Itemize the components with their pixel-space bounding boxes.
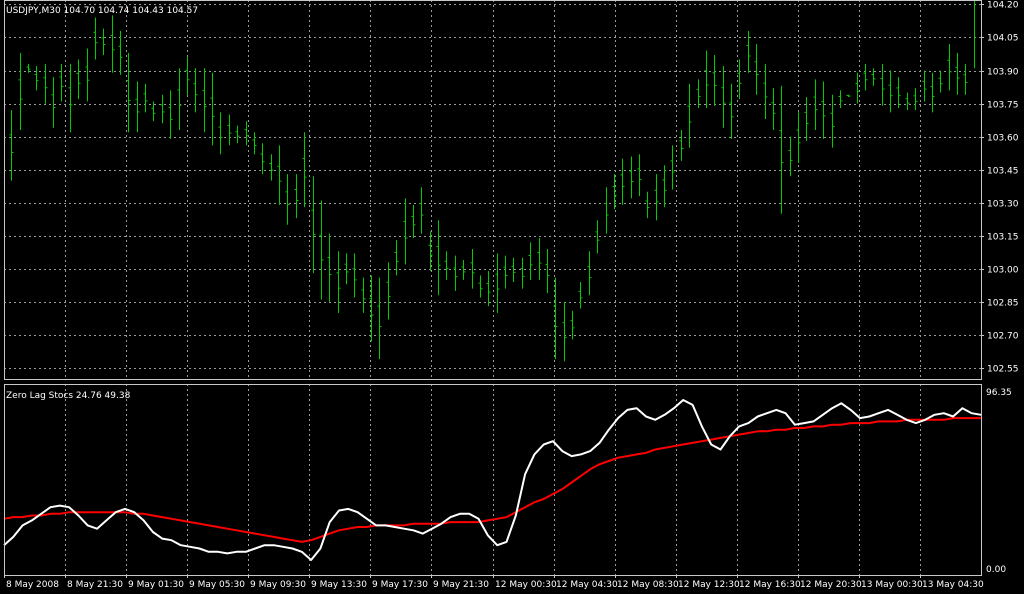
price-tick-label: 103.60: [987, 134, 1019, 144]
x-tick-label: 9 May 01:30: [128, 580, 184, 590]
x-tick-label: 9 May 17:30: [372, 580, 428, 590]
x-tick-label: 8 May 2008: [6, 580, 59, 590]
x-tick-label: 8 May 21:30: [67, 580, 123, 590]
price-tick-label: 102.85: [987, 299, 1019, 309]
x-tick-label: 12 May 20:30: [800, 580, 862, 590]
price-tick-label: 103.15: [987, 233, 1019, 243]
x-tick-label: 12 May 00:30: [495, 580, 557, 590]
price-tick-label: 103.75: [987, 101, 1019, 111]
price-tick-label: 102.55: [987, 365, 1019, 375]
chart-background: [0, 0, 1024, 594]
indicator-y-bottom-label: 0.00: [986, 565, 1006, 575]
x-tick-label: 12 May 08:30: [617, 580, 679, 590]
price-tick-label: 103.45: [987, 167, 1019, 177]
x-tick-label: 9 May 13:30: [311, 580, 367, 590]
x-tick-label: 12 May 04:30: [556, 580, 618, 590]
price-panel-title: USDJPY,M30 104.70 104.74 104.43 104.57: [6, 6, 198, 16]
x-tick-label: 12 May 12:30: [678, 580, 740, 590]
indicator-panel-title: Zero Lag Stocs 24.76 49.38: [6, 391, 131, 401]
x-tick-label: 13 May 04:30: [922, 580, 984, 590]
x-tick-label: 13 May 00:30: [861, 580, 923, 590]
price-tick-label: 103.30: [987, 200, 1019, 210]
trading-chart: 104.20 104.05 103.90 103.75 103.60 103.45 103.…: [0, 0, 1024, 594]
indicator-y-top-label: 96.35: [986, 388, 1012, 398]
x-tick-label: 9 May 09:30: [250, 580, 306, 590]
x-tick-label: 9 May 21:30: [433, 580, 489, 590]
price-tick-label: 102.70: [987, 332, 1019, 342]
price-tick-label: 103.00: [987, 266, 1019, 276]
price-tick-label: 103.90: [987, 68, 1019, 78]
x-tick-label: 12 May 16:30: [739, 580, 801, 590]
x-tick-label: 9 May 05:30: [189, 580, 245, 590]
price-tick-label: 104.20: [987, 1, 1019, 11]
price-tick-label: 104.05: [987, 34, 1019, 44]
